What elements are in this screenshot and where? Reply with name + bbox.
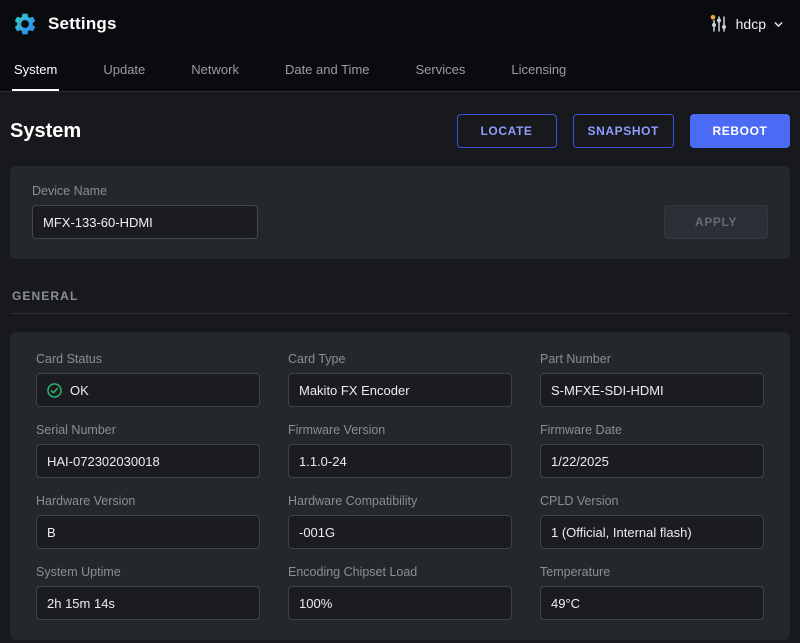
field-hardware-version: Hardware Version B: [36, 494, 260, 549]
field-value: 49°C: [551, 596, 580, 611]
device-name-field: Device Name: [32, 184, 258, 239]
tab-network[interactable]: Network: [189, 48, 241, 91]
field-part-number: Part Number S-MFXE-SDI-HDMI: [540, 352, 764, 407]
field-label: Serial Number: [36, 423, 260, 437]
check-circle-icon: [47, 383, 62, 398]
field-card-type: Card Type Makito FX Encoder: [288, 352, 512, 407]
field-value-box: HAI-072302030018: [36, 444, 260, 478]
field-value: Makito FX Encoder: [299, 383, 410, 398]
field-value-box: 1.1.0-24: [288, 444, 512, 478]
field-firmware-date: Firmware Date 1/22/2025: [540, 423, 764, 478]
field-value: HAI-072302030018: [47, 454, 160, 469]
field-value-box: B: [36, 515, 260, 549]
locate-button[interactable]: LOCATE: [457, 114, 557, 148]
page-title: System: [10, 120, 81, 143]
field-label: Hardware Version: [36, 494, 260, 508]
field-label: Part Number: [540, 352, 764, 366]
chevron-down-icon: [773, 19, 784, 30]
field-label: CPLD Version: [540, 494, 764, 508]
field-firmware-version: Firmware Version 1.1.0-24: [288, 423, 512, 478]
field-value: 1.1.0-24: [299, 454, 347, 469]
reboot-button[interactable]: REBOOT: [690, 114, 790, 148]
field-label: Card Type: [288, 352, 512, 366]
field-value-box: Makito FX Encoder: [288, 373, 512, 407]
user-menu-label: hdcp: [736, 16, 766, 32]
field-value-box: 49°C: [540, 586, 764, 620]
hdcp-sliders-icon: [709, 14, 729, 34]
field-system-uptime: System Uptime 2h 15m 14s: [36, 565, 260, 620]
field-label: System Uptime: [36, 565, 260, 579]
general-panel: Card Status OK Card Type Makito FX Encod…: [10, 332, 790, 640]
apply-button[interactable]: APPLY: [664, 205, 768, 239]
tab-update[interactable]: Update: [101, 48, 147, 91]
field-value: 100%: [299, 596, 332, 611]
settings-tabs: System Update Network Date and Time Serv…: [0, 48, 800, 92]
field-value-box: -001G: [288, 515, 512, 549]
main-content: System LOCATE SNAPSHOT REBOOT Device Nam…: [0, 114, 800, 640]
field-label: Firmware Date: [540, 423, 764, 437]
page-actions: LOCATE SNAPSHOT REBOOT: [457, 114, 790, 148]
device-name-input[interactable]: [32, 205, 258, 239]
user-menu[interactable]: hdcp: [709, 14, 784, 34]
snapshot-button[interactable]: SNAPSHOT: [573, 114, 674, 148]
top-bar-left: Settings: [12, 11, 117, 37]
field-value: B: [47, 525, 56, 540]
field-card-status: Card Status OK: [36, 352, 260, 407]
device-name-label: Device Name: [32, 184, 258, 198]
field-value-box: S-MFXE-SDI-HDMI: [540, 373, 764, 407]
field-value-box: 100%: [288, 586, 512, 620]
settings-app: Settings hdcp: [0, 0, 800, 643]
field-label: Temperature: [540, 565, 764, 579]
field-value-box: 1/22/2025: [540, 444, 764, 478]
field-value: S-MFXE-SDI-HDMI: [551, 383, 664, 398]
field-label: Encoding Chipset Load: [288, 565, 512, 579]
device-name-panel: Device Name APPLY: [10, 166, 790, 259]
field-value: 1/22/2025: [551, 454, 609, 469]
field-value-box: 1 (Official, Internal flash): [540, 515, 764, 549]
field-value-box: 2h 15m 14s: [36, 586, 260, 620]
page-header: System LOCATE SNAPSHOT REBOOT: [10, 114, 790, 148]
app-title: Settings: [48, 14, 117, 34]
field-encoding-chipset-load: Encoding Chipset Load 100%: [288, 565, 512, 620]
field-serial-number: Serial Number HAI-072302030018: [36, 423, 260, 478]
tab-date-and-time[interactable]: Date and Time: [283, 48, 372, 91]
general-section-title: GENERAL: [10, 289, 790, 314]
top-bar: Settings hdcp: [0, 0, 800, 48]
field-value: 1 (Official, Internal flash): [551, 525, 692, 540]
field-label: Hardware Compatibility: [288, 494, 512, 508]
field-cpld-version: CPLD Version 1 (Official, Internal flash…: [540, 494, 764, 549]
settings-gear-icon: [12, 11, 38, 37]
field-value: -001G: [299, 525, 335, 540]
field-temperature: Temperature 49°C: [540, 565, 764, 620]
tab-services[interactable]: Services: [414, 48, 468, 91]
tab-licensing[interactable]: Licensing: [509, 48, 568, 91]
tab-system[interactable]: System: [12, 48, 59, 91]
field-value-box: OK: [36, 373, 260, 407]
field-label: Card Status: [36, 352, 260, 366]
field-hardware-compatibility: Hardware Compatibility -001G: [288, 494, 512, 549]
field-value: 2h 15m 14s: [47, 596, 115, 611]
field-value: OK: [70, 383, 89, 398]
field-label: Firmware Version: [288, 423, 512, 437]
